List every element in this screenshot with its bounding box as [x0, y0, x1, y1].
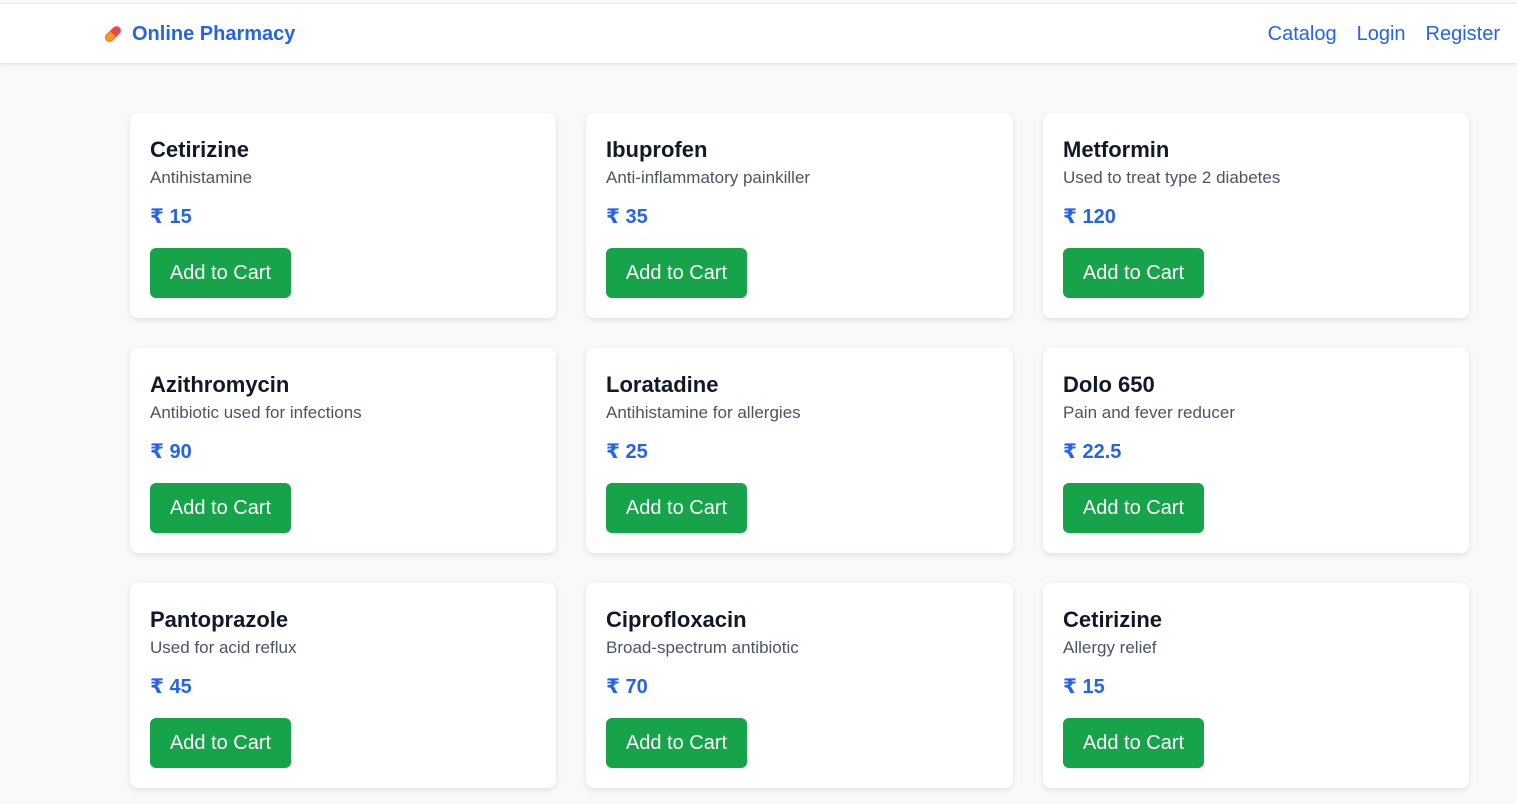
nav-link-login[interactable]: Login: [1357, 22, 1406, 46]
nav-links: Catalog Login Register: [1268, 22, 1500, 46]
product-card: Azithromycin Antibiotic used for infecti…: [130, 348, 556, 553]
add-to-cart-button[interactable]: Add to Cart: [1063, 248, 1204, 298]
product-card: Dolo 650 Pain and fever reducer ₹ 22.5 A…: [1043, 348, 1469, 553]
product-description: Allergy relief: [1063, 638, 1157, 657]
nav-link-register[interactable]: Register: [1426, 22, 1500, 46]
product-price: ₹ 15: [1063, 676, 1105, 698]
add-to-cart-button[interactable]: Add to Cart: [1063, 483, 1204, 533]
add-to-cart-button[interactable]: Add to Cart: [606, 718, 747, 768]
product-name: Cetirizine: [150, 137, 250, 162]
product-price: ₹ 45: [150, 676, 192, 698]
product-description: Anti-inflammatory painkiller: [606, 168, 811, 187]
add-to-cart-button[interactable]: Add to Cart: [150, 718, 291, 768]
product-price: ₹ 120: [1063, 206, 1116, 228]
pill-icon: [102, 23, 124, 45]
product-grid: Cetirizine Antihistamine ₹ 15 Add to Car…: [130, 113, 1469, 788]
product-description: Antihistamine: [150, 168, 253, 187]
product-price: ₹ 70: [606, 676, 648, 698]
product-name: Metformin: [1063, 137, 1170, 162]
product-price: ₹ 15: [150, 206, 192, 228]
top-navbar: Online Pharmacy Catalog Login Register: [0, 3, 1517, 63]
product-card: Ibuprofen Anti-inflammatory painkiller ₹…: [586, 113, 1013, 318]
product-price: ₹ 22.5: [1063, 441, 1122, 463]
product-name: Azithromycin: [150, 372, 290, 397]
product-description: Used to treat type 2 diabetes: [1063, 168, 1281, 187]
brand-link[interactable]: Online Pharmacy: [102, 22, 295, 46]
product-name: Ciprofloxacin: [606, 607, 747, 632]
add-to-cart-button[interactable]: Add to Cart: [606, 248, 747, 298]
product-card: Cetirizine Antihistamine ₹ 15 Add to Car…: [130, 113, 556, 318]
product-description: Broad-spectrum antibiotic: [606, 638, 799, 657]
product-name: Ibuprofen: [606, 137, 708, 162]
product-name: Loratadine: [606, 372, 719, 397]
product-description: Antibiotic used for infections: [150, 403, 362, 422]
add-to-cart-button[interactable]: Add to Cart: [1063, 718, 1204, 768]
product-name: Cetirizine: [1063, 607, 1163, 632]
product-card: Metformin Used to treat type 2 diabetes …: [1043, 113, 1469, 318]
add-to-cart-button[interactable]: Add to Cart: [150, 483, 291, 533]
product-name: Pantoprazole: [150, 607, 289, 632]
product-description: Pain and fever reducer: [1063, 403, 1235, 422]
product-card: Cetirizine Allergy relief ₹ 15 Add to Ca…: [1043, 583, 1469, 788]
nav-link-catalog[interactable]: Catalog: [1268, 22, 1337, 46]
product-price: ₹ 90: [150, 441, 192, 463]
product-description: Antihistamine for allergies: [606, 403, 801, 422]
product-name: Dolo 650: [1063, 372, 1155, 397]
brand-title: Online Pharmacy: [132, 23, 296, 45]
product-price: ₹ 35: [606, 206, 648, 228]
add-to-cart-button[interactable]: Add to Cart: [150, 248, 291, 298]
product-card: Loratadine Antihistamine for allergies ₹…: [586, 348, 1013, 553]
product-price: ₹ 25: [606, 441, 648, 463]
product-card: Ciprofloxacin Broad-spectrum antibiotic …: [586, 583, 1013, 788]
product-card: Pantoprazole Used for acid reflux ₹ 45 A…: [130, 583, 556, 788]
add-to-cart-button[interactable]: Add to Cart: [606, 483, 747, 533]
product-description: Used for acid reflux: [150, 638, 297, 657]
